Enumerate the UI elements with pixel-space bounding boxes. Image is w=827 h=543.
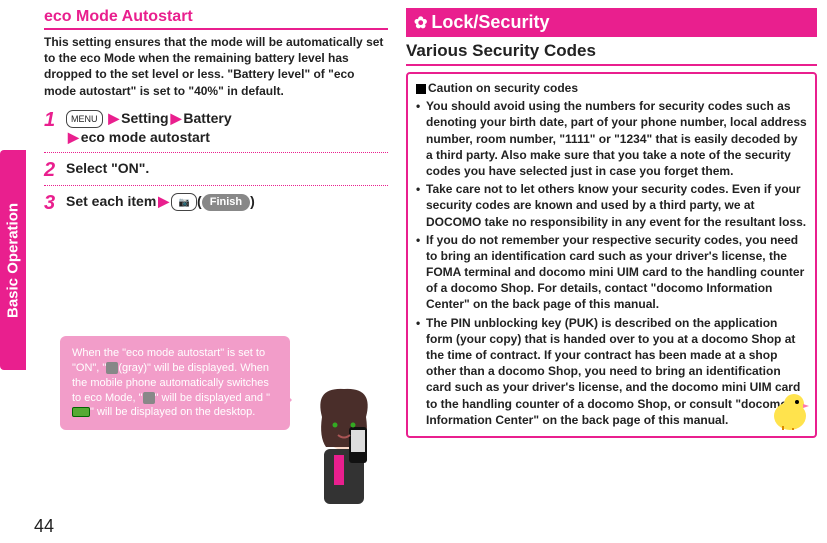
clover-icon: ✿: [414, 13, 427, 33]
step-3-body: Set each item▶📷(Finish): [66, 192, 388, 212]
camera-key-icon: 📷: [171, 193, 197, 211]
caution-bullet: The PIN unblocking key (PUK) is describe…: [416, 315, 807, 428]
step-3: 3 Set each item▶📷(Finish): [44, 192, 388, 218]
page-spread: eco Mode Autostart This setting ensures …: [0, 0, 827, 543]
step-3-text: Set each item: [66, 193, 156, 209]
step-3-number: 3: [44, 192, 66, 214]
caution-list: You should avoid using the numbers for s…: [416, 98, 807, 428]
step-1-body: MENU ▶Setting▶Battery ▶eco mode autostar…: [66, 109, 388, 148]
eco-mode-description: This setting ensures that the mode will …: [44, 34, 388, 99]
callout-bubble: When the "eco mode autostart" is set to …: [60, 336, 290, 430]
woman-with-phone-illustration: [294, 377, 394, 517]
page-number: 44: [34, 516, 54, 537]
arrow-icon: ▶: [66, 129, 81, 145]
step-1-eco: eco mode autostart: [81, 129, 210, 145]
menu-key-icon: MENU: [66, 110, 103, 128]
step-1-number: 1: [44, 109, 66, 131]
caution-bullet: If you do not remember your respective s…: [416, 232, 807, 313]
left-column: eco Mode Autostart This setting ensures …: [0, 0, 400, 543]
caution-bullet: You should avoid using the numbers for s…: [416, 98, 807, 179]
callout-line-1b: (gray)" will be displayed.: [118, 362, 237, 374]
caution-bullet: Take care not to let others know your se…: [416, 181, 807, 230]
eco-bar-icon: [72, 407, 90, 417]
step-1: 1 MENU ▶Setting▶Battery ▶eco mode autost…: [44, 109, 388, 153]
lock-security-title: Lock/Security: [431, 12, 549, 33]
step-2-number: 2: [44, 159, 66, 181]
callout-line-2c: " will be displayed on the desktop.: [90, 406, 255, 418]
step-1-setting: Setting: [121, 110, 168, 126]
lock-security-header: ✿ Lock/Security: [406, 8, 817, 37]
eco-color-icon: [143, 392, 155, 404]
arrow-icon: ▶: [106, 110, 121, 126]
step-1-battery: Battery: [183, 110, 231, 126]
chick-illustration: [769, 390, 811, 432]
finish-pill: Finish: [202, 194, 250, 211]
eco-gray-icon: [106, 362, 118, 374]
eco-mode-title: eco Mode Autostart: [44, 8, 388, 30]
arrow-icon: ▶: [156, 193, 171, 209]
caution-title: Caution on security codes: [416, 80, 807, 96]
various-security-codes-title: Various Security Codes: [406, 37, 817, 66]
right-column: ✿ Lock/Security Various Security Codes C…: [400, 0, 827, 543]
black-square-icon: [416, 84, 426, 94]
caution-box: Caution on security codes You should avo…: [406, 72, 817, 438]
arrow-icon: ▶: [169, 110, 184, 126]
step-2-body: Select "ON".: [66, 159, 388, 179]
step-2: 2 Select "ON".: [44, 159, 388, 186]
callout-line-2b: " will be displayed and ": [155, 392, 270, 404]
